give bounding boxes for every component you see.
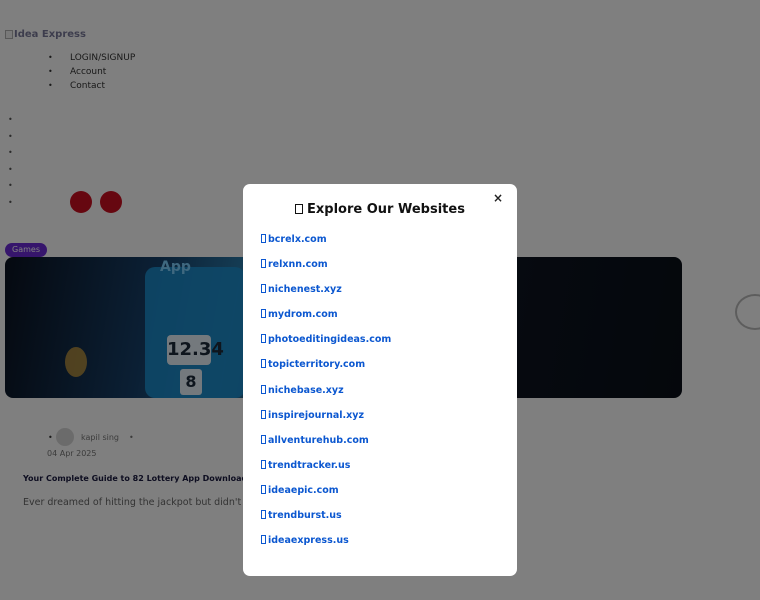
website-link[interactable]: ideaexpress.us — [268, 535, 349, 546]
link-icon — [261, 359, 266, 369]
website-link[interactable]: allventurehub.com — [268, 435, 369, 446]
modal-title: Explore Our Websites — [243, 202, 517, 217]
link-icon — [261, 334, 266, 344]
website-link-item[interactable]: trendburst.us — [261, 509, 391, 534]
link-icon — [261, 535, 266, 545]
website-link[interactable]: mydrom.com — [268, 309, 338, 320]
website-link[interactable]: relxnn.com — [268, 259, 328, 270]
website-link-item[interactable]: ideaexpress.us — [261, 534, 391, 559]
website-link-item[interactable]: nichebase.xyz — [261, 384, 391, 409]
website-link[interactable]: inspirejournal.xyz — [268, 410, 364, 421]
website-link[interactable]: nichenest.xyz — [268, 284, 342, 295]
website-link[interactable]: topicterritory.com — [268, 359, 365, 370]
website-link-item[interactable]: ideaepic.com — [261, 484, 391, 509]
website-link-item[interactable]: allventurehub.com — [261, 434, 391, 459]
link-icon — [261, 384, 266, 394]
link-icon — [261, 234, 266, 243]
explore-websites-modal: × Explore Our Websites bcrelx.com relxnn… — [243, 184, 517, 576]
website-link-item[interactable]: bcrelx.com — [261, 233, 391, 258]
link-icon — [261, 409, 266, 419]
website-link[interactable]: ideaepic.com — [268, 485, 339, 496]
website-link-item[interactable]: relxnn.com — [261, 258, 391, 283]
link-icon — [261, 459, 266, 469]
website-link[interactable]: photoeditingideas.com — [268, 334, 391, 345]
link-icon — [261, 259, 266, 269]
link-icon — [261, 434, 266, 444]
link-icon — [261, 309, 266, 319]
website-link-list: bcrelx.com relxnn.com nichenest.xyz mydr… — [261, 233, 391, 559]
link-icon — [261, 284, 266, 294]
website-link-item[interactable]: topicterritory.com — [261, 358, 391, 383]
link-icon — [261, 484, 266, 494]
website-link[interactable]: nichebase.xyz — [268, 385, 344, 396]
website-link-item[interactable]: nichenest.xyz — [261, 283, 391, 308]
website-link-item[interactable]: photoeditingideas.com — [261, 333, 391, 358]
website-link-item[interactable]: mydrom.com — [261, 308, 391, 333]
website-link[interactable]: trendburst.us — [268, 510, 342, 521]
website-link[interactable]: trendtracker.us — [268, 460, 350, 471]
website-link[interactable]: bcrelx.com — [268, 234, 327, 245]
website-link-item[interactable]: inspirejournal.xyz — [261, 409, 391, 434]
globe-icon — [295, 204, 304, 214]
website-link-item[interactable]: trendtracker.us — [261, 459, 391, 484]
link-icon — [261, 510, 266, 520]
